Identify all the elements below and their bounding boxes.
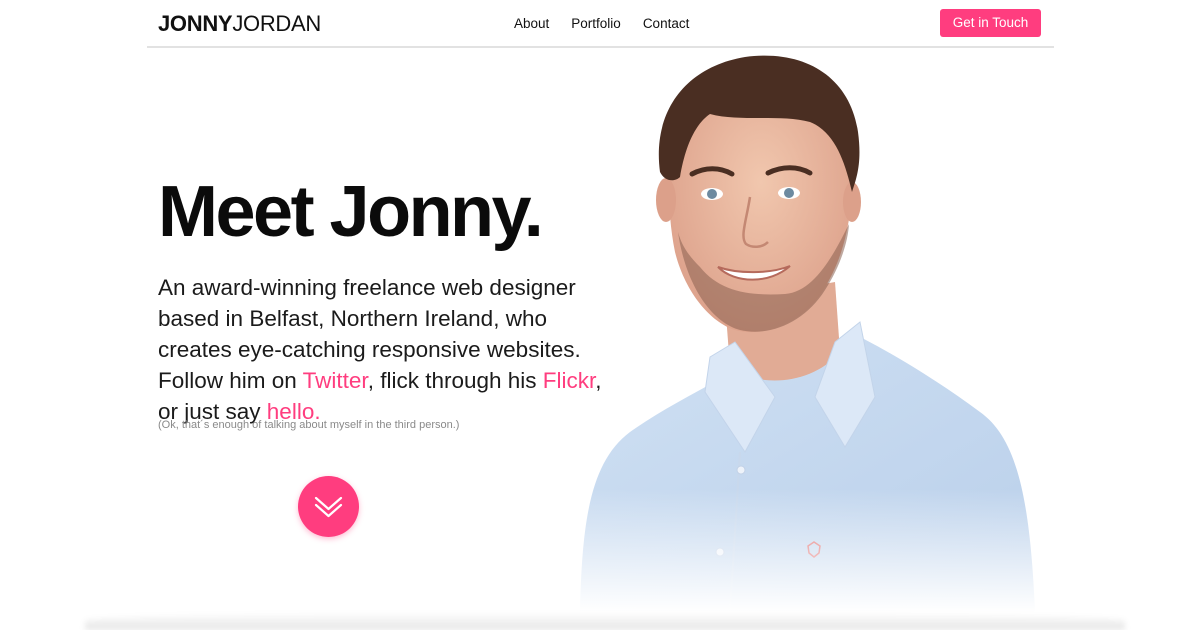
get-in-touch-button[interactable]: Get in Touch (940, 9, 1041, 37)
hero-aside-note: (Ok, that´s enough of talking about myse… (158, 419, 460, 431)
nav-contact[interactable]: Contact (643, 16, 690, 31)
portrait-photo (560, 52, 1060, 612)
logo-first-name: JONNY (158, 11, 233, 36)
nav-about[interactable]: About (514, 16, 549, 31)
logo-last-name: JORDAN (232, 11, 321, 36)
section-divider-shadow (85, 612, 1125, 630)
site-logo[interactable]: JONNYJORDAN (158, 11, 321, 37)
double-chevron-down-icon (314, 496, 343, 518)
scroll-down-button[interactable] (298, 476, 359, 537)
hero-intro: An award-winning freelance web designer … (158, 272, 623, 427)
nav-portfolio[interactable]: Portfolio (571, 16, 621, 31)
site-header: JONNYJORDAN About Portfolio Contact Get … (147, 0, 1054, 48)
intro-text-2: , flick through his (367, 368, 543, 393)
hero-headline: Meet Jonny. (158, 172, 544, 252)
twitter-link[interactable]: Twitter (303, 368, 368, 393)
main-nav: About Portfolio Contact (514, 16, 689, 31)
